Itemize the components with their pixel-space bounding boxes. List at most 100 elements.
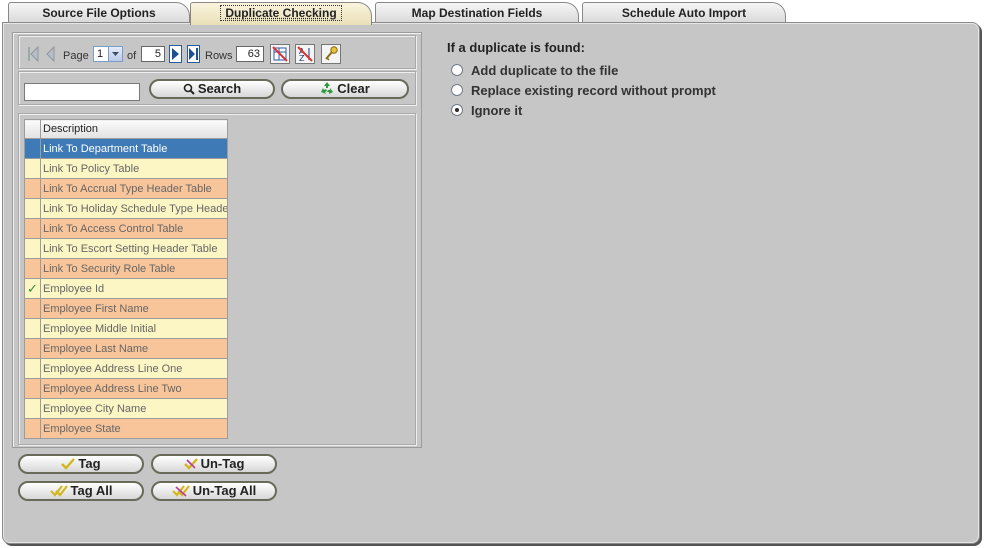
field-grid-container: Description Link To Department Table Link… (18, 113, 416, 445)
table-row[interactable]: Employee Middle Initial (24, 318, 228, 339)
option-label: Replace existing record without prompt (471, 83, 716, 98)
tab-bar: Source File Options Duplicate Checking M… (0, 2, 984, 25)
table-row[interactable]: Employee Address Line One (24, 358, 228, 379)
grid-header-row: Description (24, 119, 228, 139)
row-check-cell[interactable] (24, 338, 41, 359)
row-description: Employee Middle Initial (40, 318, 228, 339)
search-icon (183, 83, 195, 99)
row-description: Employee Last Name (40, 338, 228, 359)
row-check-cell[interactable] (24, 418, 41, 439)
row-check-cell[interactable] (24, 318, 41, 339)
row-check-cell[interactable] (24, 138, 41, 159)
tab-label: Schedule Auto Import (621, 6, 747, 20)
option-ignore[interactable]: Ignore it (447, 101, 716, 121)
of-label: of (127, 50, 137, 62)
radio-ignore[interactable] (451, 104, 463, 116)
row-description: Employee State (40, 418, 228, 439)
rows-field[interactable]: 63 (236, 46, 264, 62)
grid-header-check (24, 119, 41, 139)
option-add-duplicate[interactable]: Add duplicate to the file (447, 61, 716, 81)
tag-all-button-label: Tag All (70, 483, 113, 498)
table-row[interactable]: Link To Holiday Schedule Type Header (24, 198, 228, 219)
radio-add-duplicate[interactable] (451, 64, 463, 76)
option-label: Ignore it (471, 103, 523, 118)
table-row[interactable]: Employee City Name (24, 398, 228, 419)
grid-header-description[interactable]: Description (40, 119, 228, 139)
last-page-icon[interactable] (187, 45, 200, 63)
table-row[interactable]: Link To Accrual Type Header Table (24, 178, 228, 199)
row-description: Employee Address Line Two (40, 378, 228, 399)
clear-button[interactable]: Clear (281, 79, 409, 99)
page-label: Page (63, 50, 89, 62)
tab-duplicate-checking[interactable]: Duplicate Checking (190, 2, 372, 25)
row-check-cell[interactable] (24, 158, 41, 179)
table-row[interactable]: Employee Last Name (24, 338, 228, 359)
tab-map-destination-fields[interactable]: Map Destination Fields (375, 2, 579, 23)
table-row[interactable]: Link To Security Role Table (24, 258, 228, 279)
untag-button[interactable]: Un-Tag (151, 454, 277, 474)
clear-button-label: Clear (337, 81, 370, 96)
next-page-icon[interactable] (169, 45, 182, 63)
search-button[interactable]: Search (149, 79, 275, 99)
page-select[interactable]: 1 (93, 46, 123, 62)
option-replace-existing[interactable]: Replace existing record without prompt (447, 81, 716, 101)
row-check-cell[interactable] (24, 198, 41, 219)
export-excel-icon[interactable] (270, 44, 290, 64)
recycle-icon (320, 81, 334, 99)
row-description: Employee Id (40, 278, 228, 299)
row-check-cell[interactable] (24, 258, 41, 279)
prev-page-icon[interactable] (44, 45, 57, 63)
duplicate-options: If a duplicate is found: Add duplicate t… (447, 40, 716, 121)
row-description: Link To Security Role Table (40, 258, 228, 279)
tag-all-button[interactable]: Tag All (18, 481, 144, 501)
table-row[interactable]: Link To Access Control Table (24, 218, 228, 239)
svg-text:Z: Z (299, 54, 305, 63)
row-check-cell[interactable] (24, 218, 41, 239)
double-check-icon (49, 485, 68, 501)
untag-all-button-label: Un-Tag All (192, 483, 257, 498)
table-row[interactable]: Link To Policy Table (24, 158, 228, 179)
radio-replace-existing[interactable] (451, 84, 463, 96)
row-check-cell[interactable] (24, 358, 41, 379)
table-row[interactable]: Link To Department Table (24, 138, 228, 159)
table-row[interactable]: Employee State (24, 418, 228, 439)
search-input[interactable] (24, 83, 140, 101)
table-row[interactable]: Employee First Name (24, 298, 228, 319)
row-description: Link To Policy Table (40, 158, 228, 179)
check-mark-icon[interactable]: ✓ (24, 278, 41, 299)
tab-label: Source File Options (42, 6, 156, 20)
rows-label: Rows (205, 50, 233, 62)
search-bar: Search Clear (18, 71, 416, 105)
field-grid: Description Link To Department Table Link… (24, 119, 228, 439)
row-check-cell[interactable] (24, 378, 41, 399)
option-label: Add duplicate to the file (471, 63, 619, 78)
table-row[interactable]: Employee Address Line Two (24, 378, 228, 399)
total-pages-field: 5 (141, 46, 165, 62)
row-check-cell[interactable] (24, 398, 41, 419)
uncheck-mark-icon (183, 458, 198, 474)
row-description: Link To Department Table (40, 138, 228, 159)
sort-clear-icon[interactable]: AZ (295, 44, 315, 64)
row-check-cell[interactable] (24, 178, 41, 199)
row-check-cell[interactable] (24, 298, 41, 319)
first-page-icon[interactable] (27, 45, 40, 63)
tab-label: Map Destination Fields (411, 6, 543, 20)
untag-all-button[interactable]: Un-Tag All (151, 481, 277, 501)
duplicate-question: If a duplicate is found: (447, 40, 585, 55)
table-row[interactable]: ✓ Employee Id (24, 278, 228, 299)
row-check-cell[interactable] (24, 238, 41, 259)
row-description: Link To Holiday Schedule Type Header (40, 198, 228, 219)
pager-toolbar: Page 1 of 5 Rows 63 AZ (18, 35, 416, 69)
field-list-panel: Page 1 of 5 Rows 63 AZ Search (12, 32, 422, 448)
double-uncheck-icon (171, 485, 190, 501)
table-row[interactable]: Link To Escort Setting Header Table (24, 238, 228, 259)
tab-source-file-options[interactable]: Source File Options (8, 2, 190, 23)
row-description: Link To Accrual Type Header Table (40, 178, 228, 199)
tag-button-label: Tag (78, 456, 101, 471)
tag-button[interactable]: Tag (18, 454, 144, 474)
page-select-value: 1 (97, 48, 104, 60)
key-icon[interactable] (321, 44, 341, 64)
row-description: Employee City Name (40, 398, 228, 419)
row-description: Employee Address Line One (40, 358, 228, 379)
tab-schedule-auto-import[interactable]: Schedule Auto Import (582, 2, 786, 23)
